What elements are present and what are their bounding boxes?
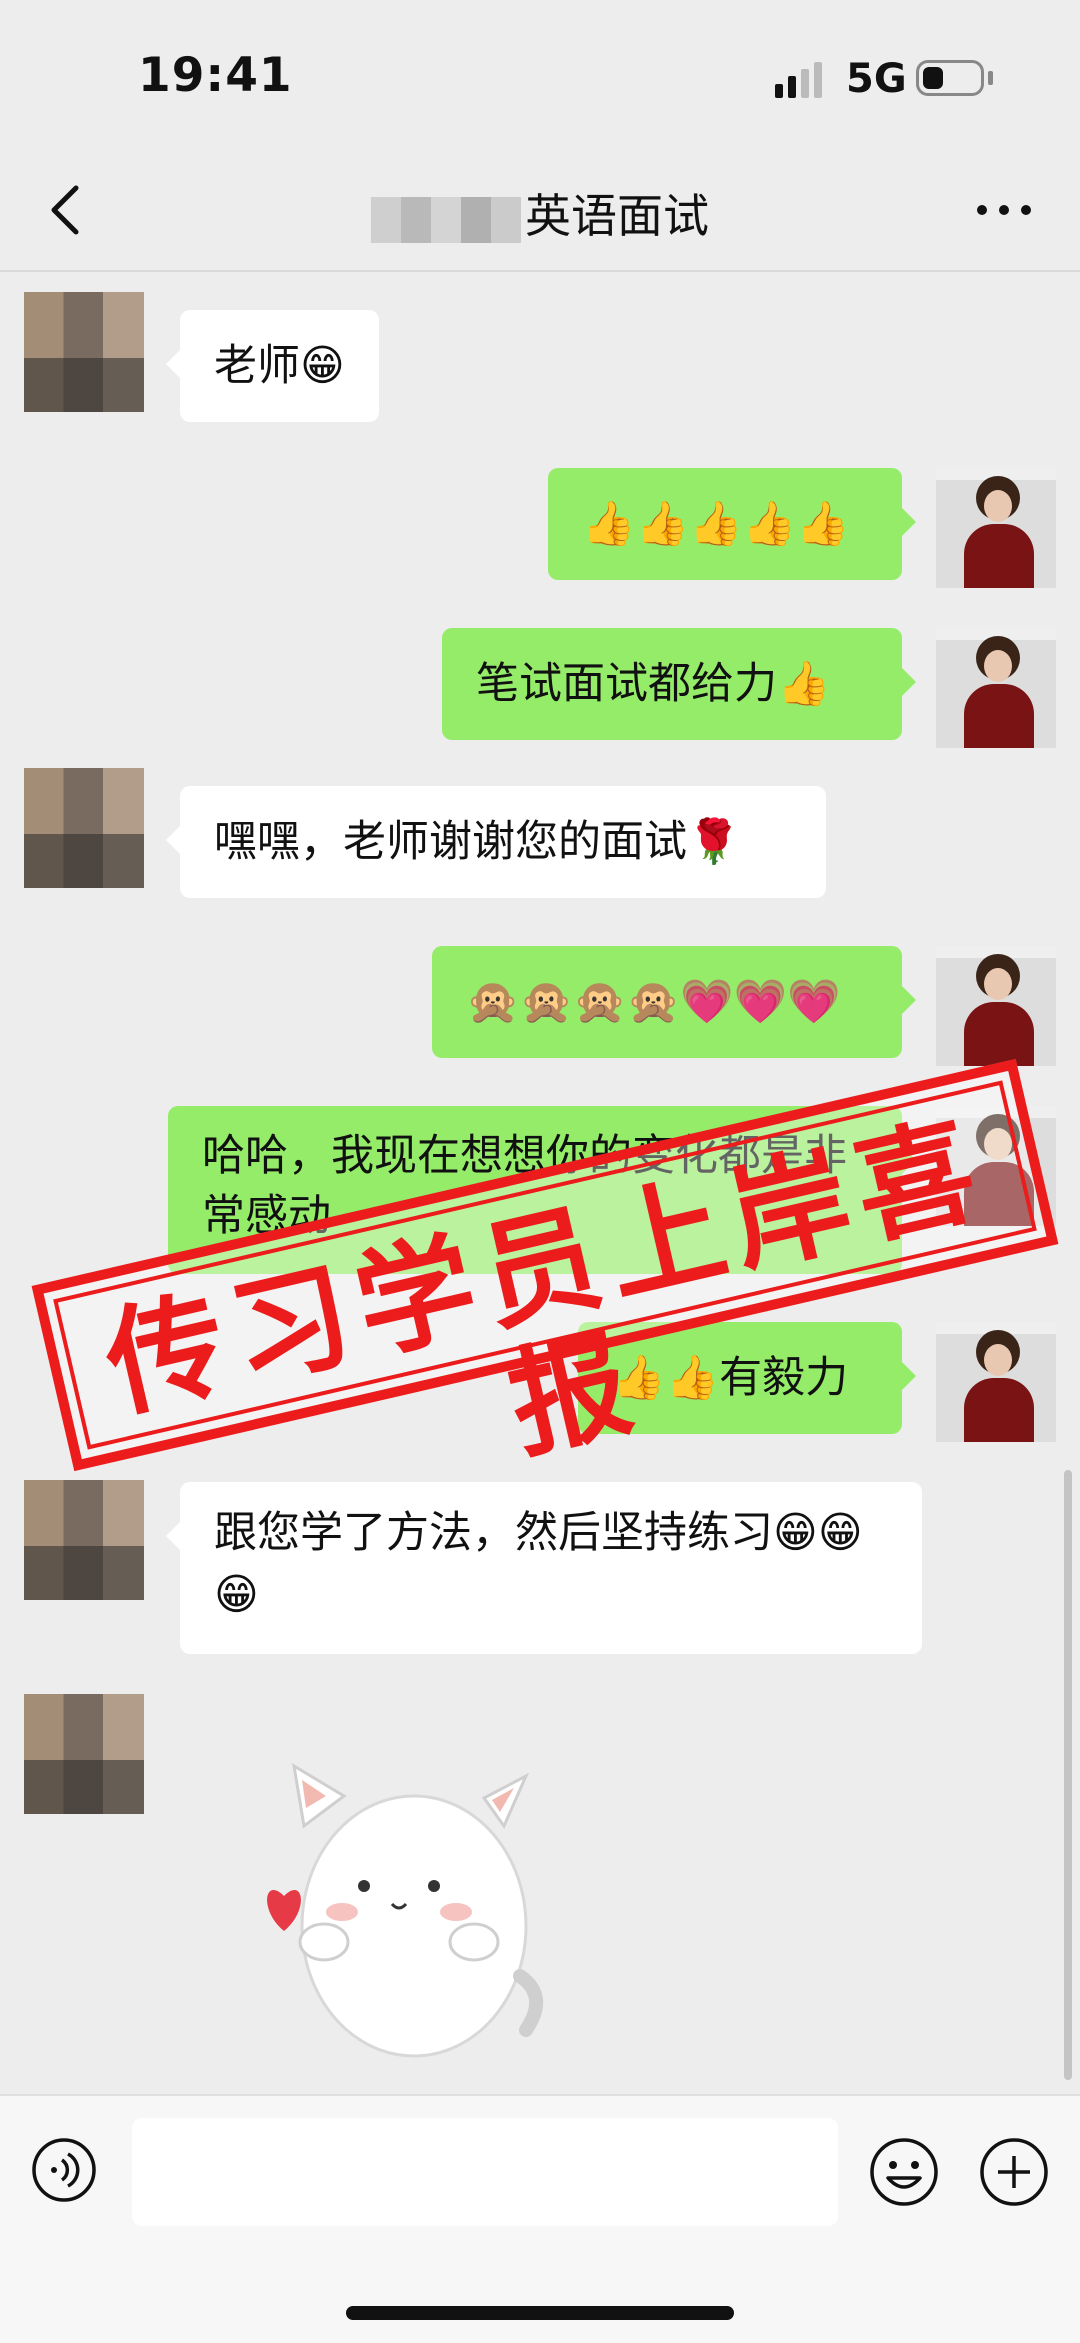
chat-title: 英语面试 xyxy=(0,180,1080,246)
cat-sticker[interactable] xyxy=(264,1746,554,2066)
home-indicator[interactable] xyxy=(346,2306,734,2320)
scrollbar[interactable] xyxy=(1064,1470,1072,2080)
message-input[interactable] xyxy=(132,2118,838,2226)
battery-icon xyxy=(916,60,984,96)
blurred-name xyxy=(371,196,521,243)
user-avatar[interactable] xyxy=(936,946,1056,1066)
message-bubble-incoming[interactable]: 嘿嘿，老师谢谢您的面试🌹 xyxy=(166,786,826,898)
message-bubble-incoming[interactable]: 老师😁 xyxy=(166,310,379,422)
contact-avatar[interactable] xyxy=(24,1694,144,1814)
status-time: 19:41 xyxy=(138,48,293,103)
plus-icon[interactable] xyxy=(978,2136,1050,2208)
more-options-icon[interactable] xyxy=(972,192,1036,228)
user-avatar[interactable] xyxy=(936,468,1056,588)
network-type: 5G xyxy=(846,56,907,102)
voice-input-icon[interactable] xyxy=(30,2136,98,2204)
message-bubble-outgoing[interactable]: 笔试面试都给力👍 xyxy=(442,628,916,740)
contact-avatar[interactable] xyxy=(24,768,144,888)
battery-cap xyxy=(988,71,993,85)
message-bubble-outgoing[interactable]: 🙊🙊🙊🙊💗💗💗 xyxy=(432,946,916,1058)
contact-avatar[interactable] xyxy=(24,292,144,412)
message-bubble-outgoing[interactable]: 👍👍👍👍👍 xyxy=(548,468,916,580)
signal-icon xyxy=(775,62,822,98)
input-bar xyxy=(0,2094,1080,2343)
chat-title-text: 英语面试 xyxy=(525,189,709,243)
chat-header: 英语面试 xyxy=(0,150,1080,272)
user-avatar[interactable] xyxy=(936,628,1056,748)
status-bar: 19:41 5G xyxy=(0,0,1080,150)
emoji-icon[interactable] xyxy=(868,2136,940,2208)
